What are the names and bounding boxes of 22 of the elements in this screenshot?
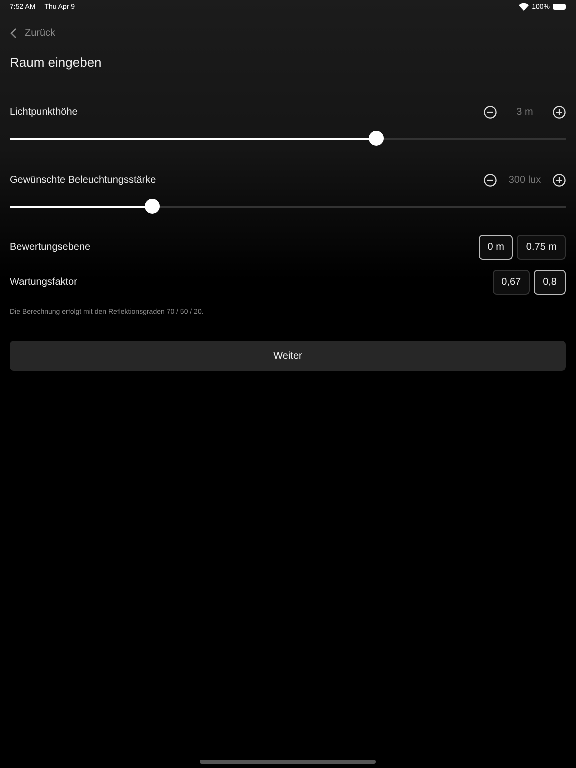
plus-button[interactable]	[553, 174, 566, 186]
slider-label: Lichtpunkthöhe	[10, 106, 78, 118]
page-title: Raum eingeben	[10, 55, 103, 70]
slider-thumb[interactable]	[369, 131, 384, 146]
minus-button[interactable]	[484, 106, 497, 118]
plus-button[interactable]	[553, 106, 566, 118]
option-button[interactable]: 0.75 m	[517, 235, 566, 260]
continue-button[interactable]: Weiter	[10, 341, 566, 371]
wifi-icon	[519, 3, 530, 11]
slider-thumb[interactable]	[145, 199, 160, 214]
slider-value: 300 lux	[508, 174, 542, 186]
minus-button[interactable]	[484, 174, 497, 186]
option-button[interactable]: 0,67	[492, 270, 530, 295]
slider-label: Gewünschte Beleuchtungsstärke	[10, 174, 156, 186]
option-button[interactable]: 0 m	[478, 235, 514, 260]
option-label: Bewertungsebene	[10, 242, 91, 253]
chevron-left-icon[interactable]	[10, 28, 17, 38]
option-label: Wartungsfaktor	[10, 277, 78, 288]
battery-icon	[553, 4, 566, 10]
slider-value: 3 m	[516, 106, 534, 118]
option-button[interactable]: 0,8	[534, 270, 566, 295]
back-link[interactable]: Zurück	[10, 26, 566, 40]
